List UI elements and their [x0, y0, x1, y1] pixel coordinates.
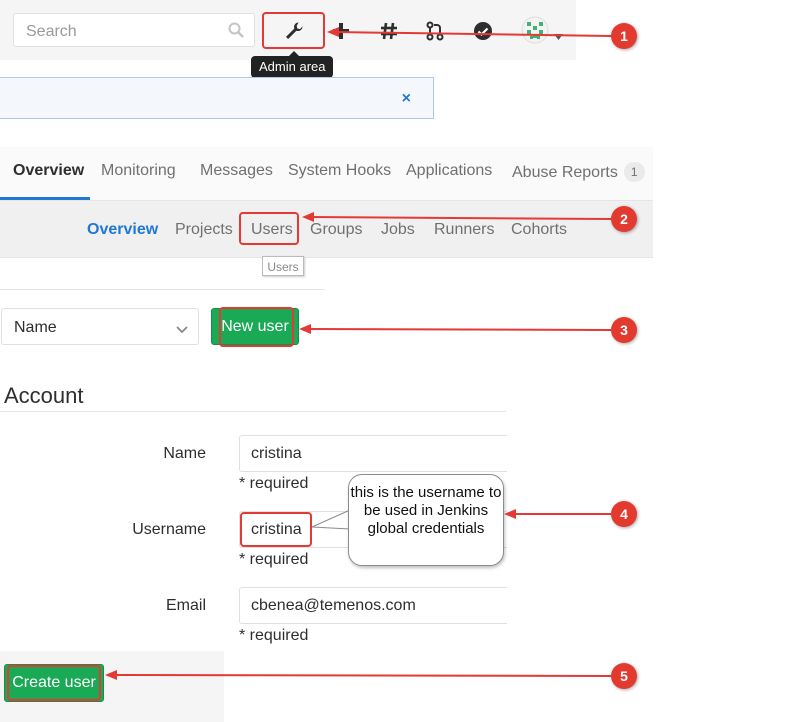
- step-marker-1: 1: [611, 23, 637, 49]
- annotation-arrows: [105, 27, 612, 680]
- step-marker-4: 4: [611, 501, 637, 527]
- step-marker-2: 2: [611, 206, 637, 232]
- step-marker-3: 3: [611, 317, 637, 343]
- step-marker-5: 5: [611, 663, 637, 689]
